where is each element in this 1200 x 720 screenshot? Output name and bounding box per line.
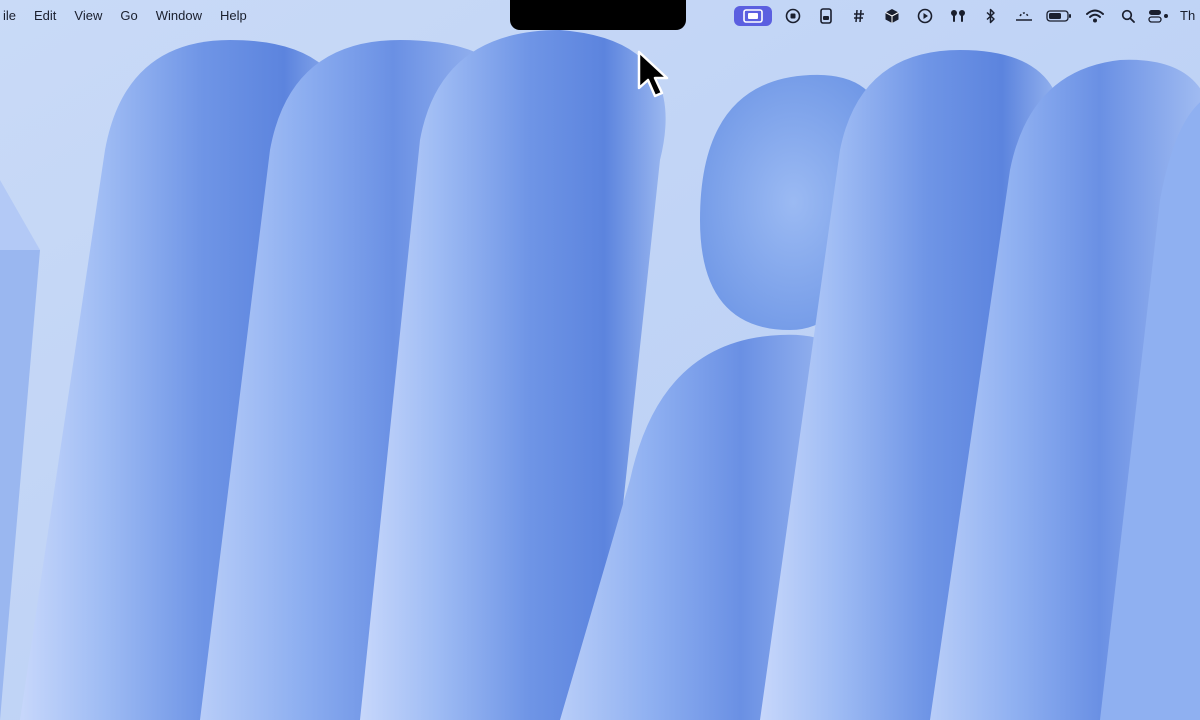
wifi-icon[interactable] [1078, 0, 1111, 32]
hashtag-icon[interactable] [842, 0, 875, 32]
menu-file[interactable]: ile [0, 0, 25, 32]
control-center-icon[interactable] [1144, 0, 1174, 32]
menu-help[interactable]: Help [211, 0, 256, 32]
menu-edit[interactable]: Edit [25, 0, 65, 32]
device-icon[interactable] [809, 0, 842, 32]
airpods-icon[interactable] [941, 0, 974, 32]
menu-clock[interactable]: Th [1174, 0, 1200, 32]
camera-notch [510, 0, 686, 30]
stop-record-icon[interactable] [776, 0, 809, 32]
menu-bar: ile Edit View Go Window Help Th [0, 0, 1200, 32]
app-menus: ile Edit View Go Window Help [0, 0, 256, 32]
bluetooth-icon[interactable] [974, 0, 1007, 32]
menu-window[interactable]: Window [147, 0, 211, 32]
package-icon[interactable] [875, 0, 908, 32]
weather-icon[interactable] [1007, 0, 1040, 32]
mouse-pointer-icon [637, 50, 669, 98]
battery-icon[interactable] [1040, 0, 1078, 32]
play-icon[interactable] [908, 0, 941, 32]
menu-go[interactable]: Go [111, 0, 146, 32]
spotlight-search-icon[interactable] [1111, 0, 1144, 32]
screen-mirroring-icon[interactable] [734, 6, 772, 26]
status-menus: Th [734, 0, 1200, 32]
desktop-wallpaper [0, 0, 1200, 720]
menu-view[interactable]: View [65, 0, 111, 32]
